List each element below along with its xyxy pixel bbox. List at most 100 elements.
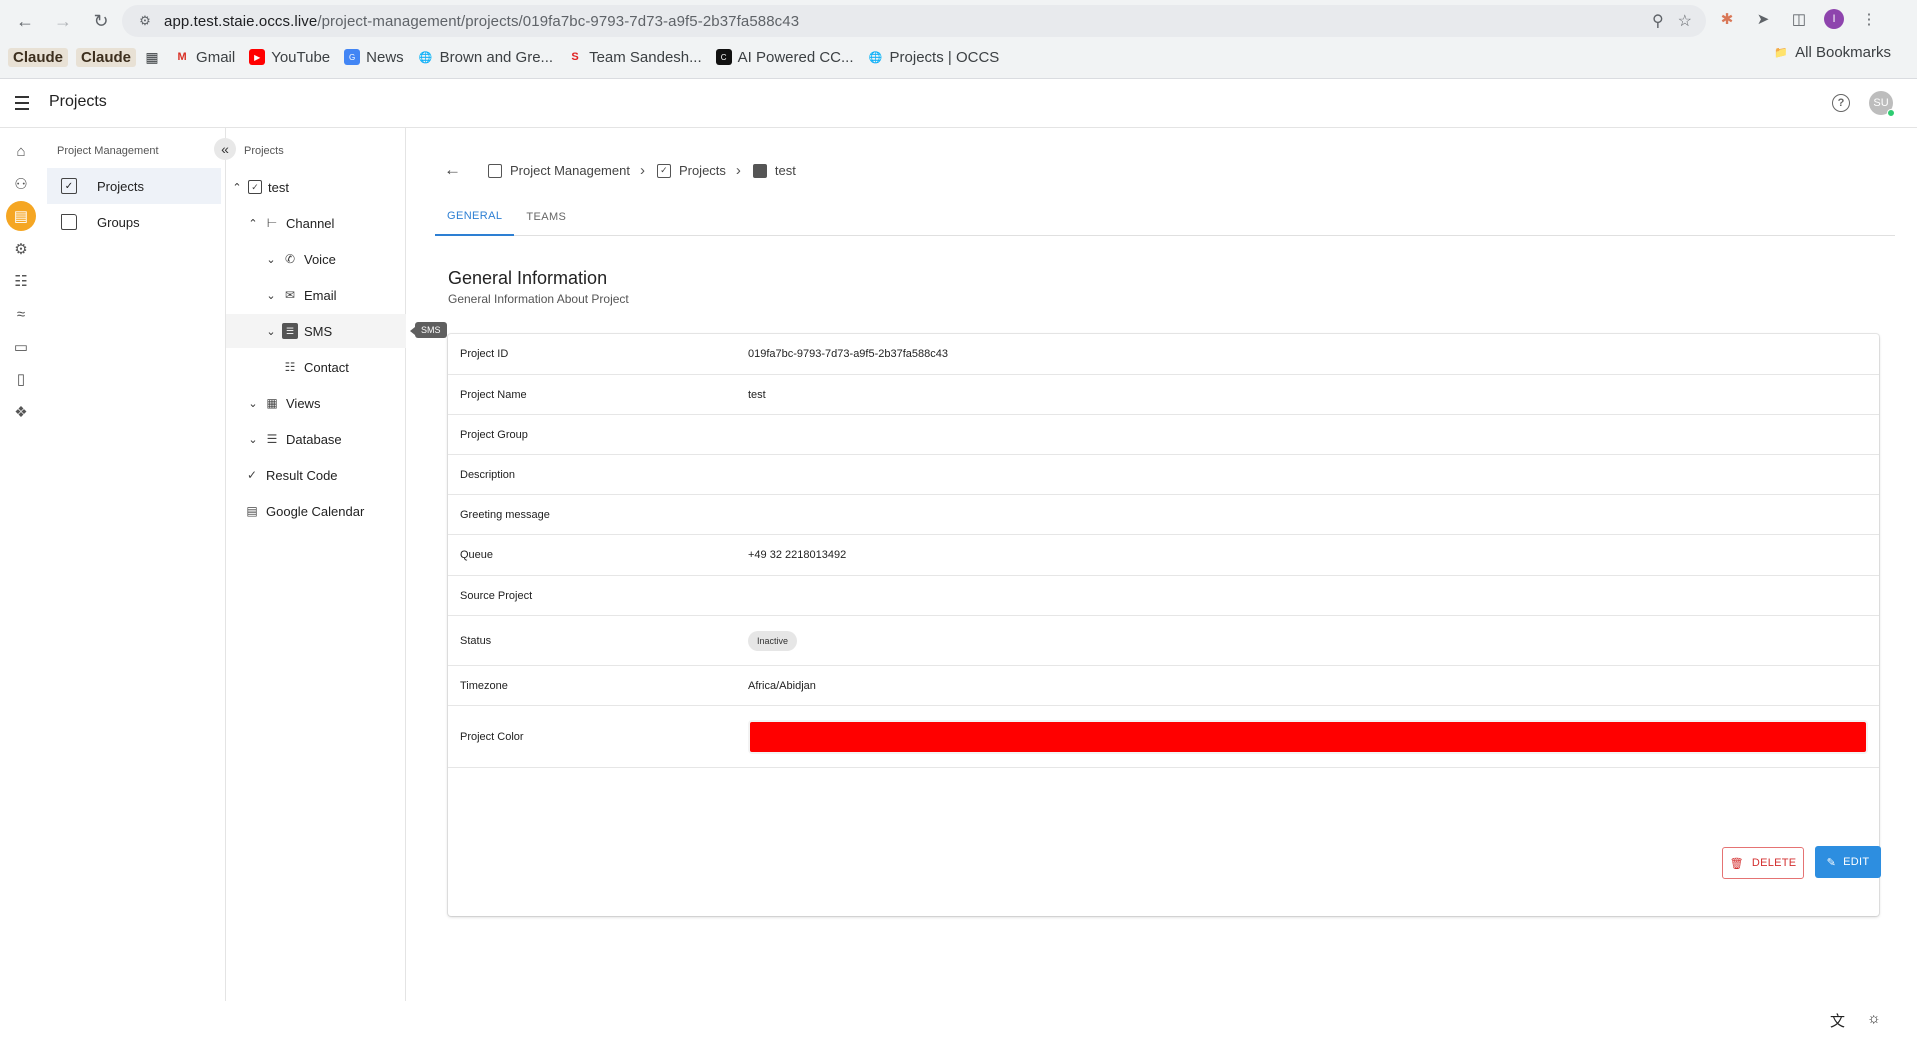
delete-button[interactable]: 🗑 DELETE bbox=[1722, 847, 1804, 879]
apps-grid-icon[interactable]: ▦ bbox=[144, 49, 160, 65]
row-value: +49 32 2218013492 bbox=[748, 549, 847, 561]
url-text[interactable]: app.test.staie.occs.live/project-managem… bbox=[164, 13, 799, 30]
nav-item-groups[interactable]: Groups bbox=[47, 204, 221, 240]
tree-item-sms[interactable]: ⌄ ☰ SMS bbox=[226, 314, 406, 348]
footer-toolbar: 文 ☼ bbox=[1830, 1010, 1881, 1031]
chevron-up-icon[interactable]: ⌃ bbox=[246, 217, 260, 230]
project-management-nav: Project Management « ✓ Projects Groups bbox=[42, 128, 236, 1001]
checkbox-icon: ✓ bbox=[61, 178, 77, 194]
delete-button-label: DELETE bbox=[1751, 857, 1797, 869]
tree-item-contact[interactable]: ☷ Contact bbox=[264, 352, 349, 382]
forward-icon[interactable]: → bbox=[46, 8, 80, 34]
users-icon[interactable]: ⚇ bbox=[8, 171, 34, 197]
all-bookmarks[interactable]: 📁 All Bookmarks bbox=[1773, 44, 1891, 61]
nav-item-label: Projects bbox=[97, 178, 144, 194]
chevron-down-icon[interactable]: ⌄ bbox=[264, 253, 278, 266]
tree-item-email[interactable]: ⌄ ✉ Email bbox=[264, 280, 336, 310]
breadcrumb-project-management[interactable]: Project Management bbox=[488, 163, 630, 178]
breadcrumb-projects[interactable]: ✓ Projects bbox=[656, 163, 726, 178]
bookmark-gmail[interactable]: M Gmail bbox=[174, 49, 235, 66]
address-actions: ⚲ ☆ bbox=[1652, 11, 1692, 31]
help-icon[interactable]: ? bbox=[1832, 94, 1850, 112]
bookmark-brown[interactable]: 🌐 Brown and Gre... bbox=[418, 49, 553, 66]
cursor-extension-icon[interactable]: ➤ bbox=[1752, 8, 1774, 30]
nav-item-projects[interactable]: ✓ Projects bbox=[47, 168, 221, 204]
hamburger-menu-icon[interactable] bbox=[12, 94, 32, 112]
back-arrow-icon[interactable]: ← bbox=[444, 160, 461, 180]
section-title: General Information bbox=[448, 268, 608, 288]
tree-item-google-calendar[interactable]: ▤ Google Calendar bbox=[244, 496, 364, 526]
tree-item-channel[interactable]: ⌃ ⊢ Channel bbox=[246, 208, 334, 238]
translate-icon[interactable]: 文 bbox=[1830, 1010, 1845, 1031]
chevron-up-icon[interactable]: ⌃ bbox=[230, 181, 244, 194]
all-bookmarks-label: All Bookmarks bbox=[1795, 44, 1891, 61]
bookmark-news[interactable]: G News bbox=[344, 49, 404, 66]
bookmark-claude-1[interactable]: Claude bbox=[8, 47, 69, 67]
monitor-icon[interactable]: ▭ bbox=[8, 334, 34, 360]
bookmark-projects-occs[interactable]: 🌐 Projects | OCCS bbox=[868, 49, 1000, 66]
site-settings-icon[interactable]: ⚙ bbox=[136, 12, 154, 30]
tree-item-test[interactable]: ⌃ ✓ test bbox=[230, 172, 289, 202]
user-avatar[interactable]: SU bbox=[1869, 91, 1895, 117]
tree-item-voice[interactable]: ⌄ ✆ Voice bbox=[264, 244, 335, 274]
panel-heading: Projects bbox=[244, 145, 284, 157]
chevron-down-icon[interactable]: ⌄ bbox=[246, 433, 260, 446]
profile-avatar[interactable]: I bbox=[1824, 9, 1844, 29]
extensions-icon[interactable]: ◫ bbox=[1788, 8, 1810, 30]
row-label: Timezone bbox=[460, 679, 508, 692]
bookmark-ai-powered[interactable]: C AI Powered CC... bbox=[715, 49, 854, 66]
globe-icon: 🌐 bbox=[418, 51, 433, 64]
bookmark-label: Brown and Gre... bbox=[439, 48, 554, 66]
grid-icon: ▦ bbox=[266, 396, 278, 410]
tree-item-label: Contact bbox=[304, 359, 349, 375]
breadcrumb-label: Projects bbox=[678, 163, 726, 178]
chevron-down-icon[interactable]: ⌄ bbox=[264, 325, 278, 338]
puzzle-icon[interactable]: ❖ bbox=[8, 399, 34, 425]
row-label: Project Name bbox=[460, 388, 527, 401]
tab-general[interactable]: GENERAL bbox=[435, 198, 515, 236]
projects-icon[interactable]: ▤ bbox=[6, 201, 36, 231]
row-value: test bbox=[748, 388, 766, 401]
info-row-project-id: Project ID 019fa7bc-9793-7d73-a9f5-2b37f… bbox=[448, 334, 1879, 375]
zoom-icon[interactable]: ⚲ bbox=[1652, 11, 1664, 31]
bookmark-label: YouTube bbox=[271, 48, 331, 66]
bookmark-claude-2[interactable]: Claude bbox=[76, 47, 137, 67]
tree-item-database[interactable]: ⌄ ☰ Database bbox=[246, 424, 341, 454]
reports-icon[interactable]: ≈ bbox=[8, 301, 34, 327]
breadcrumb: Project Management › ✓ Projects › test bbox=[488, 162, 796, 179]
row-label: Status bbox=[460, 634, 492, 647]
kebab-menu-icon[interactable]: ⋮ bbox=[1858, 8, 1880, 30]
breadcrumb-test[interactable]: test bbox=[752, 163, 796, 178]
chevron-down-icon[interactable]: ⌄ bbox=[246, 397, 260, 410]
edit-button[interactable]: ✎ EDIT bbox=[1815, 846, 1881, 878]
home-icon[interactable]: ⌂ bbox=[8, 138, 34, 164]
news-icon: G bbox=[344, 49, 361, 65]
online-status-dot bbox=[1887, 109, 1895, 117]
browser-nav: ← → ↻ bbox=[8, 8, 118, 34]
browser-toolbar: ✱ ➤ ◫ I ⋮ bbox=[1716, 8, 1880, 30]
bookmark-label: News bbox=[366, 48, 404, 66]
back-icon[interactable]: ← bbox=[8, 8, 42, 34]
settings-icon[interactable]: ⚙ bbox=[8, 236, 34, 262]
bookmark-label: Gmail bbox=[196, 48, 236, 66]
checkbox-icon: ✓ bbox=[248, 180, 262, 194]
brightness-icon[interactable]: ☼ bbox=[1867, 1010, 1881, 1031]
bookmark-youtube[interactable]: ▶ YouTube bbox=[249, 49, 330, 66]
row-label: Source Project bbox=[460, 589, 533, 602]
tab-teams[interactable]: TEAMS bbox=[514, 198, 578, 236]
row-label: Project ID bbox=[460, 348, 509, 360]
claude-extension-icon[interactable]: ✱ bbox=[1716, 8, 1738, 30]
tree-item-views[interactable]: ⌄ ▦ Views bbox=[246, 388, 320, 418]
tree-item-result-code[interactable]: ✓ Result Code bbox=[244, 460, 338, 490]
bookmark-team-sandesh[interactable]: S Team Sandesh... bbox=[567, 49, 701, 66]
chevron-down-icon[interactable]: ⌄ bbox=[264, 289, 278, 302]
star-icon[interactable]: ☆ bbox=[1678, 11, 1692, 31]
trash-icon: 🗑 bbox=[1729, 857, 1744, 870]
tree-item-label: Channel bbox=[286, 215, 335, 231]
contacts-icon[interactable]: ☷ bbox=[8, 268, 34, 294]
reload-icon[interactable]: ↻ bbox=[84, 8, 118, 34]
address-bar[interactable]: ⚙ app.test.staie.occs.live/project-manag… bbox=[122, 5, 1706, 37]
panel-heading: Project Management bbox=[57, 145, 159, 157]
collapse-panel-icon[interactable]: « bbox=[214, 138, 236, 160]
clipboard-icon[interactable]: ▯ bbox=[8, 366, 34, 392]
